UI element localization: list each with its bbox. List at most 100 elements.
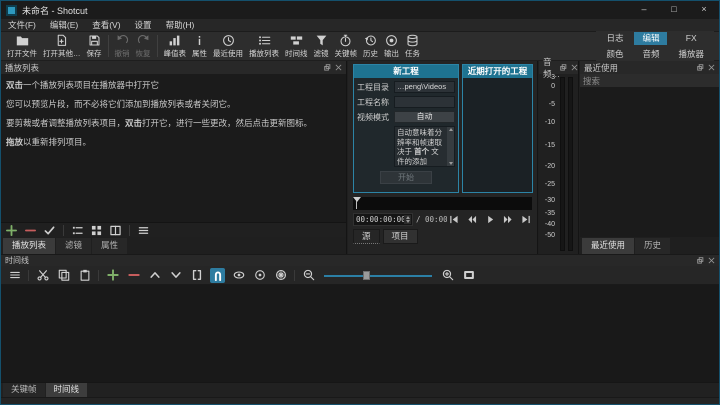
seek-bar[interactable]: [353, 197, 532, 210]
close-icon[interactable]: [335, 64, 342, 71]
properties-icon: [193, 34, 206, 47]
layout-player-button[interactable]: 播放器: [670, 48, 712, 61]
play-button[interactable]: [483, 214, 496, 225]
undo-button[interactable]: 撤销: [112, 32, 133, 60]
export-button[interactable]: 输出: [381, 32, 402, 60]
scroll-up-icon[interactable]: [449, 128, 453, 131]
toolbar-separator: [129, 225, 130, 236]
save-button[interactable]: 保存: [84, 32, 105, 60]
paste-button[interactable]: [77, 268, 92, 283]
redo-button[interactable]: 恢复: [133, 32, 154, 60]
recent-panel-tabs: 最近使用历史: [580, 237, 719, 254]
scrub-toggle[interactable]: [231, 268, 246, 283]
search-input[interactable]: [580, 74, 719, 87]
split-button[interactable]: [189, 268, 204, 283]
db-tick-label: -30: [539, 197, 555, 205]
ripple-delete-button[interactable]: [126, 268, 141, 283]
menu-icon[interactable]: [138, 225, 149, 236]
layout-color-button[interactable]: 颜色: [598, 48, 631, 61]
open-file-button[interactable]: 打开文件: [4, 32, 40, 60]
position-timecode-input[interactable]: 00:00:00:00: [353, 213, 413, 226]
maximize-button[interactable]: □: [659, 1, 689, 19]
filters-button[interactable]: 滤镜: [311, 32, 332, 60]
note-scrollbar[interactable]: [447, 127, 454, 166]
peak-meter-button[interactable]: 峰值表: [161, 32, 190, 60]
recent-button[interactable]: 最近使用: [210, 32, 246, 60]
update-icon[interactable]: [44, 225, 55, 236]
layout-fx-button[interactable]: FX: [670, 32, 712, 45]
skip-previous-button[interactable]: [447, 214, 460, 225]
shotcut-window: 未命名 - Shotcut – □ × 文件(F)编辑(E)查看(V)设置帮助(…: [0, 0, 720, 405]
open-other-button[interactable]: 打开其他…: [40, 32, 84, 60]
player-tab[interactable]: 源: [353, 229, 380, 244]
minimize-button[interactable]: –: [629, 1, 659, 19]
zoom-slider-handle[interactable]: [363, 271, 370, 280]
start-button[interactable]: 开始: [380, 171, 432, 184]
timeline-tracks-area[interactable]: [1, 285, 719, 382]
close-icon[interactable]: [708, 64, 715, 71]
db-tick-label: -50: [539, 232, 555, 240]
timeline-button[interactable]: 时间线: [282, 32, 311, 60]
history-button[interactable]: 历史: [360, 32, 381, 60]
dock-tab[interactable]: 关键帧: [3, 383, 45, 397]
properties-button[interactable]: 属性: [189, 32, 210, 60]
timeline-menu-button[interactable]: [7, 268, 22, 283]
menu-item[interactable]: 设置: [128, 19, 159, 32]
layout-logging-button[interactable]: 日志: [598, 32, 631, 45]
timecode-stepper[interactable]: [404, 215, 411, 224]
menu-item[interactable]: 查看(V): [85, 19, 127, 32]
view-tiles-icon[interactable]: [91, 225, 102, 236]
dock-tab[interactable]: 时间线: [46, 383, 88, 397]
close-icon[interactable]: [571, 64, 578, 71]
skip-next-button[interactable]: [519, 214, 532, 225]
rewind-button[interactable]: [465, 214, 478, 225]
recent-projects-box: 近期打开的工程: [462, 64, 533, 193]
float-icon[interactable]: [697, 64, 704, 71]
lift-button[interactable]: [147, 268, 162, 283]
append-button[interactable]: [105, 268, 120, 283]
menu-item[interactable]: 文件(F): [1, 19, 43, 32]
project-name-input[interactable]: [394, 96, 455, 108]
video-mode-button[interactable]: 自动: [394, 111, 455, 123]
close-icon[interactable]: [708, 257, 715, 264]
panel-tab[interactable]: 属性: [92, 238, 127, 254]
panel-tab[interactable]: 滤镜: [56, 238, 91, 254]
ripple-all-toggle[interactable]: [273, 268, 288, 283]
zoom-out-button[interactable]: [301, 268, 316, 283]
float-icon[interactable]: [324, 64, 331, 71]
fast-forward-button[interactable]: [501, 214, 514, 225]
menu-item[interactable]: 编辑(E): [43, 19, 85, 32]
playhead-icon[interactable]: [353, 197, 361, 202]
float-icon[interactable]: [697, 257, 704, 264]
playlist-toolbar: [1, 222, 346, 237]
zoom-in-button[interactable]: [440, 268, 455, 283]
audio-peak-meter-panel: 音频… 30-5-10-15-20-25-30-35-40-50: [539, 61, 579, 254]
playlist-tip: 拖放以重新排列项目。: [6, 137, 341, 148]
cut-button[interactable]: [35, 268, 50, 283]
close-button[interactable]: ×: [689, 1, 719, 19]
zoom-fit-button[interactable]: [461, 268, 476, 283]
panel-tab[interactable]: 播放列表: [3, 238, 55, 254]
float-icon[interactable]: [560, 64, 567, 71]
scroll-down-icon[interactable]: [449, 162, 453, 165]
view-details-icon[interactable]: [72, 225, 83, 236]
snap-toggle[interactable]: [210, 268, 225, 283]
panel-tab[interactable]: 历史: [635, 238, 670, 254]
layout-editing-button[interactable]: 编辑: [634, 32, 667, 45]
view-icons-icon[interactable]: [110, 225, 121, 236]
ripple-toggle[interactable]: [252, 268, 267, 283]
jobs-button[interactable]: 任务: [402, 32, 423, 60]
playlist-button[interactable]: 播放列表: [246, 32, 282, 60]
recent-list[interactable]: [580, 87, 719, 237]
menu-item[interactable]: 帮助(H): [159, 19, 202, 32]
keyframes-button[interactable]: 关键帧: [332, 32, 361, 60]
overwrite-button[interactable]: [168, 268, 183, 283]
panel-tab[interactable]: 最近使用: [582, 238, 634, 254]
project-folder-input[interactable]: …peng\Videos: [394, 81, 455, 93]
add-icon[interactable]: [6, 225, 17, 236]
timeline-zoom-slider[interactable]: [324, 270, 432, 281]
layout-audio-button[interactable]: 音频: [634, 48, 667, 61]
remove-icon[interactable]: [25, 225, 36, 236]
copy-button[interactable]: [56, 268, 71, 283]
player-tab[interactable]: 项目: [383, 229, 418, 244]
